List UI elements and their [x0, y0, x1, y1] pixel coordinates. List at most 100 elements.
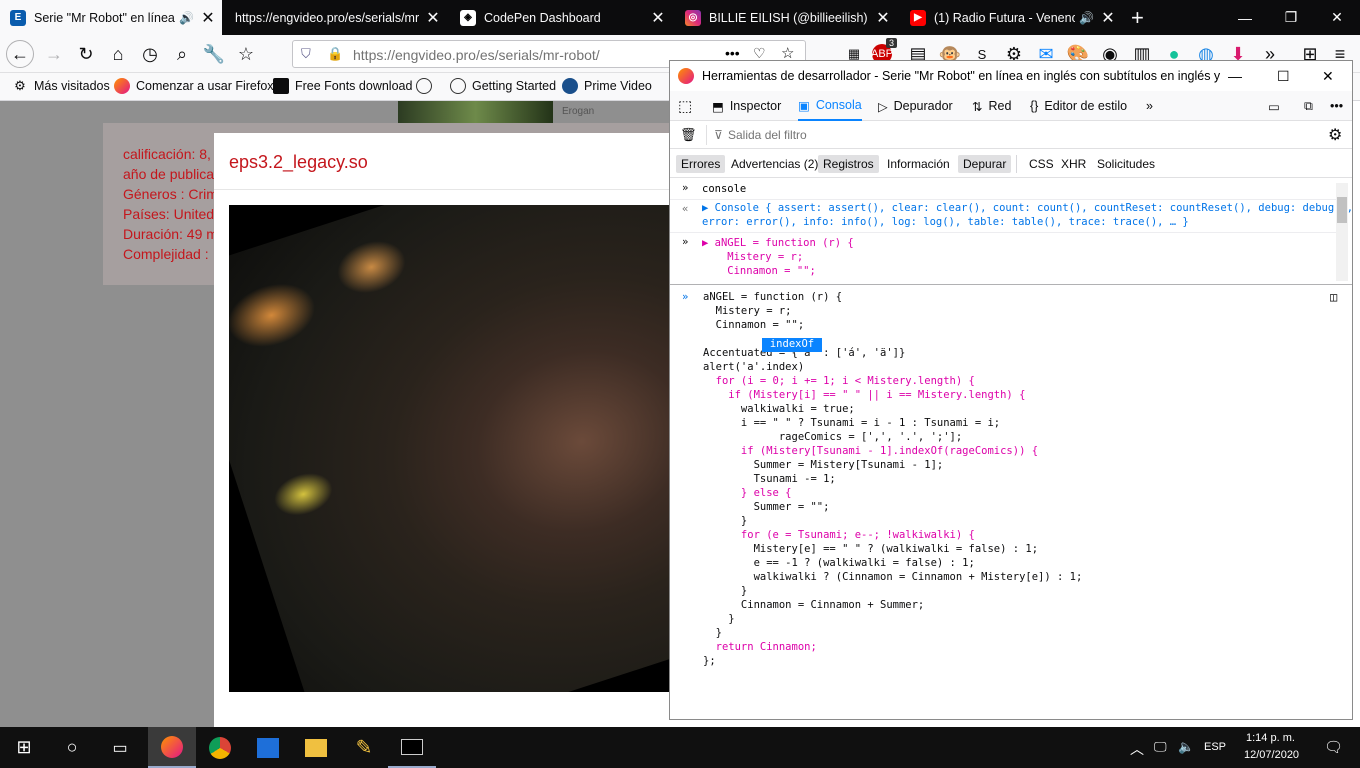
- lock-icon[interactable]: 🔒: [327, 46, 343, 62]
- tab-mr-robot[interactable]: E Serie "Mr Robot" en línea en 🔊 ✕: [0, 0, 222, 35]
- log-scrollbar[interactable]: [1336, 183, 1348, 281]
- speaker-icon[interactable]: 🔊: [179, 11, 194, 25]
- history-icon[interactable]: ◷: [136, 40, 164, 68]
- thumbnail-caption: Erogan: [562, 106, 595, 117]
- console-filter-input[interactable]: [728, 125, 1228, 145]
- tab-youtube[interactable]: ▶ (1) Radio Futura - Veneno En 🔊 ✕: [900, 0, 1122, 35]
- code-line: walkiwalki ? (Cinnamon = Cinnamon + Mist…: [703, 571, 1083, 583]
- level-errors[interactable]: Errores: [676, 155, 726, 173]
- split-console-icon[interactable]: ▭: [1268, 91, 1280, 121]
- back-icon[interactable]: ←: [6, 40, 34, 68]
- windows-start-icon[interactable]: ⊞: [0, 727, 48, 768]
- dock-icon[interactable]: ⧉: [1304, 91, 1313, 121]
- bookmark-globe[interactable]: [416, 78, 438, 94]
- close-window-icon[interactable]: ✕: [1322, 68, 1334, 85]
- network-icon[interactable]: 🖵: [1154, 739, 1167, 755]
- search-icon[interactable]: ⌕: [168, 40, 196, 68]
- filter-xhr[interactable]: XHR: [1056, 155, 1091, 173]
- tab-debugger[interactable]: ▷ Depurador: [878, 91, 953, 121]
- clock-time[interactable]: 1:14 p. m.: [1246, 732, 1295, 744]
- language-indicator[interactable]: ESP: [1204, 741, 1226, 753]
- wrench-icon[interactable]: 🔧: [200, 40, 228, 68]
- scrollbar-thumb[interactable]: [1337, 197, 1347, 223]
- element-picker-icon[interactable]: ⬚: [678, 91, 692, 121]
- clock-date[interactable]: 12/07/2020: [1244, 749, 1299, 761]
- close-tab-icon[interactable]: ✕: [1094, 8, 1122, 28]
- tab-codepen[interactable]: ◈ CodePen Dashboard ✕: [450, 0, 672, 35]
- tray-chevron-icon[interactable]: ︿: [1130, 739, 1144, 759]
- braces-icon: {}: [1030, 99, 1039, 113]
- fonts-icon: [273, 78, 289, 94]
- filter-requests[interactable]: Solicitudes: [1092, 155, 1160, 173]
- minimize-icon[interactable]: —: [1228, 68, 1242, 84]
- close-tab-icon[interactable]: ✕: [644, 8, 672, 28]
- reload-icon[interactable]: ↻: [72, 40, 100, 68]
- tab-engvideo[interactable]: https://engvideo.pro/es/serials/mr ✕: [225, 0, 447, 35]
- restore-icon[interactable]: ❐: [1268, 0, 1314, 35]
- log-output-line[interactable]: ▶ Console { assert: assert(), clear: cle…: [702, 202, 1352, 214]
- adblock-badge: 3: [886, 38, 898, 48]
- task-view-icon[interactable]: ▭: [96, 727, 144, 768]
- console-settings-icon[interactable]: ⚙: [1328, 125, 1342, 145]
- home-icon[interactable]: ⌂: [104, 40, 132, 68]
- code-line: Summer = Mistery[Tsunami - 1];: [703, 459, 944, 471]
- tab-console[interactable]: ▣ Consola: [798, 91, 862, 121]
- close-tab-icon[interactable]: ✕: [869, 8, 897, 28]
- terminal-taskbar-icon[interactable]: [388, 727, 436, 768]
- instagram-icon: ◎: [685, 9, 701, 26]
- new-tab-button[interactable]: +: [1125, 0, 1159, 35]
- tab-instagram[interactable]: ◎ BILLIE EILISH (@billieeilish) • Fo ✕: [675, 0, 897, 35]
- log-input-line[interactable]: ▶ aNGEL = function (r) {: [702, 237, 1352, 249]
- output-arrow-icon: «: [682, 203, 689, 215]
- level-info[interactable]: Información: [882, 155, 955, 173]
- level-logs[interactable]: Registros: [818, 155, 879, 173]
- notifications-icon[interactable]: 🗨: [1324, 738, 1343, 756]
- level-warnings[interactable]: Advertencias (2): [726, 155, 823, 173]
- more-tabs-icon[interactable]: »: [1146, 91, 1153, 121]
- bookmark-firefox-start[interactable]: Comenzar a usar Firefox: [114, 78, 274, 94]
- forward-icon[interactable]: →: [40, 40, 68, 68]
- volume-icon[interactable]: 🔈: [1178, 739, 1194, 755]
- log-output-line: error: error(), info: info(), log: log()…: [702, 216, 1189, 228]
- minimize-icon[interactable]: —: [1222, 0, 1268, 35]
- editor-mode-icon[interactable]: ◫: [1330, 290, 1337, 304]
- firefox-taskbar-icon[interactable]: [148, 727, 196, 768]
- close-tab-icon[interactable]: ✕: [194, 8, 222, 28]
- bookmark-most-visited[interactable]: ⚙ Más visitados: [12, 78, 110, 94]
- maximize-icon[interactable]: ☐: [1277, 68, 1290, 85]
- pencil-app-taskbar-icon[interactable]: ✎: [340, 727, 388, 768]
- firefox-icon: [161, 735, 183, 758]
- level-debug[interactable]: Depurar: [958, 155, 1012, 173]
- play-icon: [562, 78, 578, 94]
- bookmark-prime-video[interactable]: Prime Video: [562, 78, 652, 94]
- tab-style-editor[interactable]: {} Editor de estilo: [1030, 91, 1127, 121]
- info-genres: Géneros : Crim: [123, 186, 218, 202]
- tracking-shield-icon[interactable]: ⛉: [301, 46, 311, 62]
- star-outline-icon[interactable]: ☆: [232, 40, 260, 68]
- autocomplete-popup[interactable]: indexOf: [762, 338, 822, 352]
- bookmark-getting-started[interactable]: Getting Started: [450, 78, 556, 94]
- log-input-line: Mistery = r;: [702, 251, 804, 263]
- page-actions-icon[interactable]: •••: [725, 45, 740, 61]
- info-complexity: Complejidad :: [123, 246, 209, 262]
- filter-css[interactable]: CSS: [1024, 155, 1059, 173]
- video-frame: [229, 205, 674, 692]
- explorer-taskbar-icon[interactable]: [292, 727, 340, 768]
- filter-icon: ⊽: [714, 128, 723, 142]
- trash-icon[interactable]: 🗑: [680, 127, 697, 143]
- close-window-icon[interactable]: ✕: [1314, 0, 1360, 35]
- search-icon[interactable]: ○: [48, 727, 96, 768]
- firefox-icon: [678, 68, 694, 84]
- close-tab-icon[interactable]: ✕: [419, 8, 447, 28]
- bookmark-free-fonts[interactable]: Free Fonts download: [273, 78, 412, 94]
- media-player-taskbar-icon[interactable]: [244, 727, 292, 768]
- tab-inspector[interactable]: ⬒ Inspector: [712, 91, 781, 121]
- tab-network[interactable]: ⇅ Red: [972, 91, 1011, 121]
- youtube-icon: ▶: [910, 9, 926, 26]
- video-player[interactable]: [229, 205, 674, 692]
- chrome-icon: [209, 736, 231, 759]
- devtools-menu-icon[interactable]: •••: [1330, 91, 1343, 121]
- code-line: } else {: [703, 487, 792, 499]
- chrome-taskbar-icon[interactable]: [196, 727, 244, 768]
- speaker-icon[interactable]: 🔊: [1079, 11, 1094, 25]
